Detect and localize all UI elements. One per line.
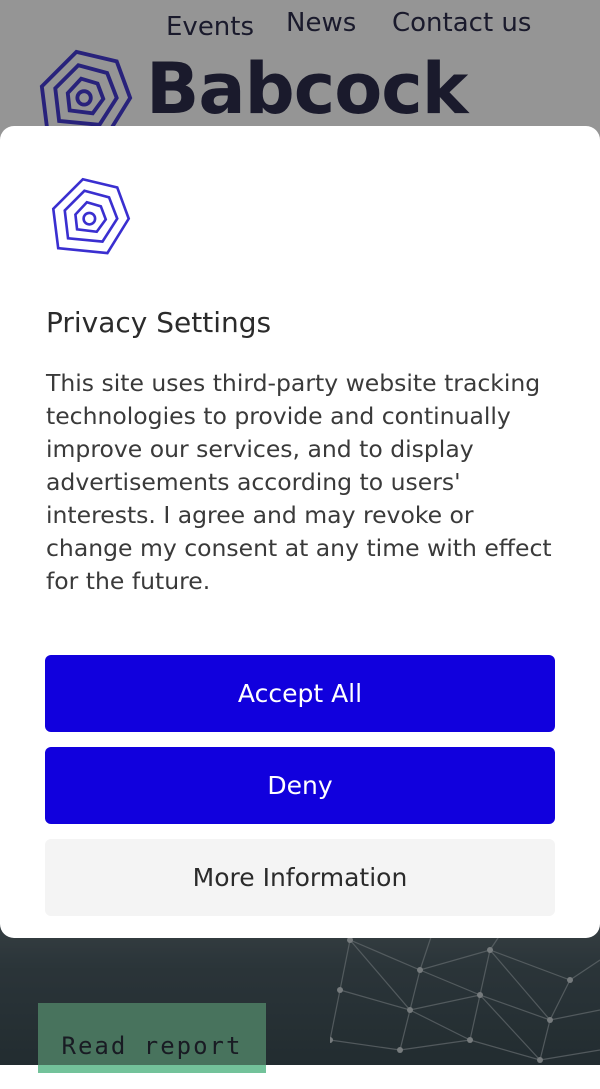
dialog-description: This site uses third-party website track… — [46, 369, 552, 595]
more-information-button[interactable]: More Information — [45, 839, 555, 916]
accept-all-button[interactable]: Accept All — [45, 655, 555, 732]
privacy-settings-dialog: Privacy Settings This site uses third-pa… — [0, 126, 600, 938]
babcock-logo-icon — [51, 177, 131, 255]
dialog-title: Privacy Settings — [46, 306, 272, 339]
deny-button[interactable]: Deny — [45, 747, 555, 824]
